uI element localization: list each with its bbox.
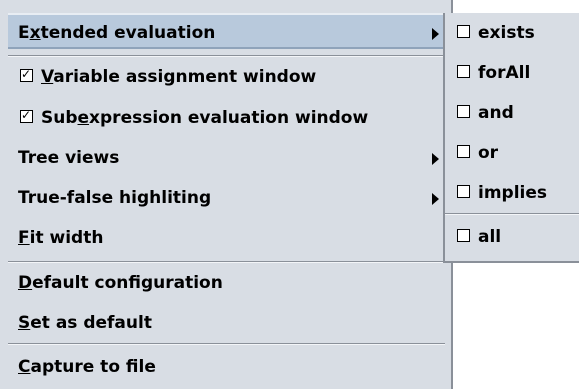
menu-item-label: Set as default [18,313,152,333]
checkbox-unchecked-icon [457,184,470,198]
checkbox-unchecked-icon [457,24,470,38]
menu-item-extended-evaluation[interactable]: Extended evaluation [8,13,445,49]
menu-item-label: Tree views [18,148,120,168]
submenu-item-implies[interactable]: implies [457,175,575,211]
checkbox-unchecked-icon [457,104,470,118]
submenu-item-exists[interactable]: exists [457,15,575,51]
menu-item-variable-assignment-window[interactable]: ✓ Variable assignment window [8,59,445,95]
menu-item-set-as-default[interactable]: Set as default [8,305,445,341]
submenu-item-label: forAll [478,63,531,83]
submenu-item-label: implies [478,183,548,203]
menu-item-label: Extended evaluation [18,23,216,43]
extended-evaluation-submenu: exists forAll and or implies all [443,13,579,263]
menu-separator [8,261,445,263]
menu-item-tree-views[interactable]: Tree views [8,140,445,176]
submenu-arrow-icon [432,28,439,40]
context-menu: Extended evaluation ✓ Variable assignment… [0,0,453,389]
menu-item-label: True-false highliting [18,188,212,208]
submenu-item-label: exists [478,23,535,43]
submenu-item-or[interactable]: or [457,135,575,171]
submenu-item-and[interactable]: and [457,95,575,131]
menu-item-label: Fit width [18,228,104,248]
menu-separator [8,55,445,57]
submenu-item-forall[interactable]: forAll [457,55,575,91]
menu-separator [8,343,445,345]
menu-item-capture-to-file[interactable]: Capture to file [8,349,445,385]
submenu-item-label: and [478,103,514,123]
checkbox-checked-icon: ✓ [20,66,33,82]
submenu-separator [445,213,579,215]
menu-item-label: Capture to file [18,357,156,377]
menu-item-default-configuration[interactable]: Default configuration [8,265,445,301]
submenu-item-label: all [478,227,502,247]
menu-item-label: ✓ Subexpression evaluation window [20,107,369,128]
checkbox-unchecked-icon [457,64,470,78]
menu-item-true-false-highliting[interactable]: True-false highliting [8,180,445,216]
menu-item-subexpression-evaluation-window[interactable]: ✓ Subexpression evaluation window [8,100,445,136]
checkbox-unchecked-icon [457,144,470,158]
checkbox-checked-icon: ✓ [20,107,33,123]
checkbox-unchecked-icon [457,228,470,242]
submenu-item-label: or [478,143,499,163]
menu-item-fit-width[interactable]: Fit width [8,220,445,256]
submenu-item-all[interactable]: all [457,219,575,255]
submenu-arrow-icon [432,153,439,165]
menu-item-label: ✓ Variable assignment window [20,66,317,87]
menu-item-label: Default configuration [18,273,223,293]
submenu-arrow-icon [432,193,439,205]
